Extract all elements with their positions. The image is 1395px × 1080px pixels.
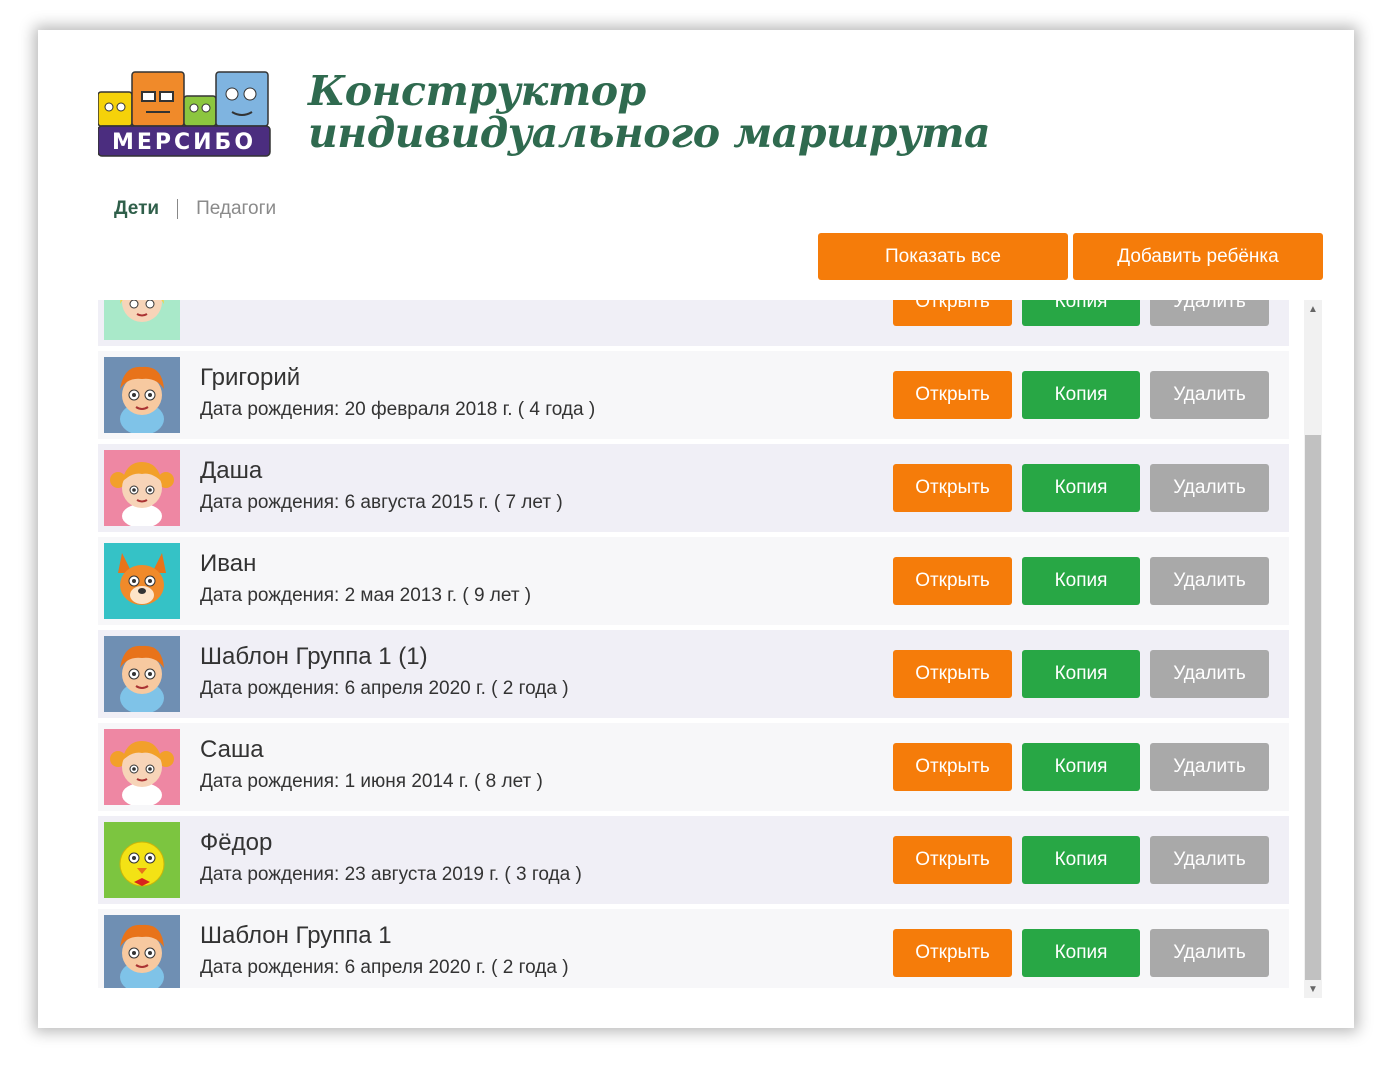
copy-button[interactable]: Копия [1022, 929, 1140, 977]
child-avatar-squirrel-icon [104, 543, 180, 619]
child-name: Иван [200, 550, 257, 577]
child-row: Шаблон Группа 1 Дата рождения: 6 апреля … [98, 909, 1289, 988]
child-birthdate: Дата рождения: 6 апреля 2020 г. ( 2 года… [200, 957, 569, 978]
copy-button[interactable]: Копия [1022, 300, 1140, 326]
add-child-button[interactable]: Добавить ребёнка [1073, 233, 1323, 280]
delete-button[interactable]: Удалить [1150, 371, 1269, 419]
child-row: Фёдор Дата рождения: 23 августа 2019 г. … [98, 816, 1289, 904]
open-button[interactable]: Открыть [893, 300, 1012, 326]
child-avatar-boy-icon [104, 915, 180, 988]
child-row: Шаблон Группа 1 (1) Дата рождения: 6 апр… [98, 630, 1289, 718]
child-info: Саша Дата рождения: 1 июня 2014 г. ( 8 л… [200, 735, 543, 795]
open-button[interactable]: Открыть [893, 743, 1012, 791]
app-window: МЕРСИБО Конструктор индивидуального марш… [38, 30, 1354, 1028]
child-row: Дата рождения: 26 августа 2016 г. ( 6 ле… [98, 300, 1289, 346]
tab-bar: Дети Педагоги [114, 198, 276, 220]
child-row: Григорий Дата рождения: 20 февраля 2018 … [98, 351, 1289, 439]
child-birthdate: Дата рождения: 2 мая 2013 г. ( 9 лет ) [200, 585, 532, 606]
child-name: Григорий [200, 364, 301, 391]
child-avatar-boy-icon [104, 636, 180, 712]
delete-button[interactable]: Удалить [1150, 300, 1269, 326]
delete-button[interactable]: Удалить [1150, 743, 1269, 791]
copy-button[interactable]: Копия [1022, 464, 1140, 512]
open-button[interactable]: Открыть [893, 464, 1012, 512]
child-birthdate: Дата рождения: 20 февраля 2018 г. ( 4 го… [200, 399, 596, 420]
child-row: Саша Дата рождения: 1 июня 2014 г. ( 8 л… [98, 723, 1289, 811]
copy-button[interactable]: Копия [1022, 557, 1140, 605]
delete-button[interactable]: Удалить [1150, 464, 1269, 512]
child-name: Шаблон Группа 1 (1) [200, 643, 428, 670]
list-scrollbar[interactable]: ▲ ▼ [1304, 300, 1322, 998]
child-avatar-chick-icon [104, 822, 180, 898]
child-avatar-girl-yellow-icon [104, 300, 180, 340]
mersibo-logo[interactable]: МЕРСИБО [97, 70, 272, 158]
delete-button[interactable]: Удалить [1150, 929, 1269, 977]
open-button[interactable]: Открыть [893, 371, 1012, 419]
copy-button[interactable]: Копия [1022, 836, 1140, 884]
child-avatar-girl-icon [104, 729, 180, 805]
child-row: Иван Дата рождения: 2 мая 2013 г. ( 9 ле… [98, 537, 1289, 625]
child-info: Шаблон Группа 1 Дата рождения: 6 апреля … [200, 921, 569, 981]
scroll-up-arrow-icon[interactable]: ▲ [1304, 300, 1322, 318]
child-avatar-boy-icon [104, 357, 180, 433]
app-title: Конструктор индивидуального маршрута [308, 67, 991, 157]
delete-button[interactable]: Удалить [1150, 557, 1269, 605]
child-birthdate: Дата рождения: 6 августа 2015 г. ( 7 лет… [200, 492, 563, 513]
open-button[interactable]: Открыть [893, 929, 1012, 977]
child-name: Саша [200, 736, 264, 763]
tab-teachers[interactable]: Педагоги [196, 198, 276, 220]
child-info: Даша Дата рождения: 6 августа 2015 г. ( … [200, 456, 563, 516]
tab-children[interactable]: Дети [114, 198, 159, 220]
child-name: Фёдор [200, 829, 273, 856]
open-button[interactable]: Открыть [893, 650, 1012, 698]
child-row: Даша Дата рождения: 6 августа 2015 г. ( … [98, 444, 1289, 532]
tab-divider [177, 199, 179, 219]
delete-button[interactable]: Удалить [1150, 650, 1269, 698]
child-info: Григорий Дата рождения: 20 февраля 2018 … [200, 363, 595, 423]
scroll-thumb[interactable] [1305, 435, 1321, 980]
child-info: Иван Дата рождения: 2 мая 2013 г. ( 9 ле… [200, 549, 531, 609]
child-birthdate: Дата рождения: 23 августа 2019 г. ( 3 го… [200, 864, 582, 885]
child-birthdate: Дата рождения: 6 апреля 2020 г. ( 2 года… [200, 678, 569, 699]
show-all-button[interactable]: Показать все [818, 233, 1068, 280]
copy-button[interactable]: Копия [1022, 743, 1140, 791]
child-birthdate: Дата рождения: 1 июня 2014 г. ( 8 лет ) [200, 771, 543, 792]
open-button[interactable]: Открыть [893, 836, 1012, 884]
scroll-down-arrow-icon[interactable]: ▼ [1304, 980, 1322, 998]
logo-text: МЕРСИБО [112, 130, 256, 155]
copy-button[interactable]: Копия [1022, 650, 1140, 698]
children-list: Дата рождения: 26 августа 2016 г. ( 6 ле… [98, 300, 1289, 988]
copy-button[interactable]: Копия [1022, 371, 1140, 419]
child-info: Шаблон Группа 1 (1) Дата рождения: 6 апр… [200, 642, 569, 702]
child-name: Даша [200, 457, 263, 484]
child-avatar-girl-icon [104, 450, 180, 526]
delete-button[interactable]: Удалить [1150, 836, 1269, 884]
child-name: Шаблон Группа 1 [200, 922, 392, 949]
open-button[interactable]: Открыть [893, 557, 1012, 605]
child-info: Фёдор Дата рождения: 23 августа 2019 г. … [200, 828, 582, 888]
